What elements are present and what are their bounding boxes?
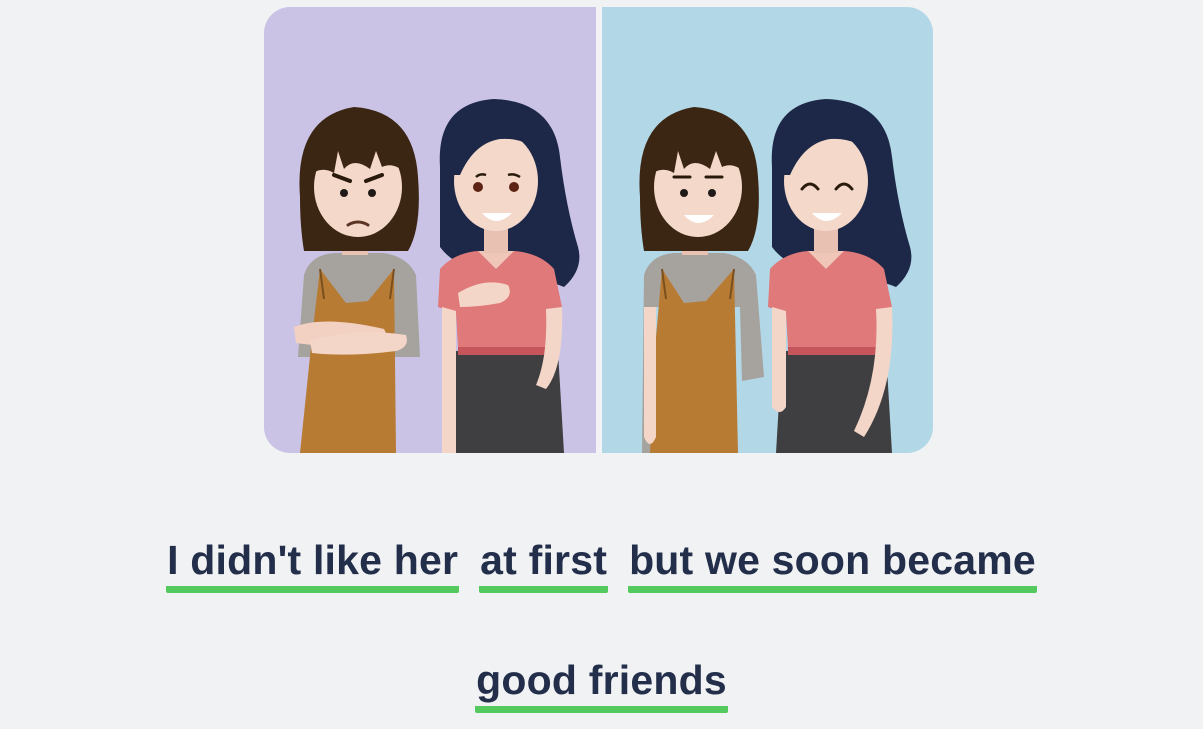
phrase-chunk-1[interactable]: I didn't like her <box>166 534 460 593</box>
phrase-chunk-3[interactable]: but we soon became <box>628 534 1037 593</box>
phrase-chunk-2[interactable]: at first <box>479 534 609 593</box>
panel-divider <box>596 7 602 453</box>
phrase-chunk-4[interactable]: good friends <box>475 654 728 713</box>
woman-navy-hair-smiling-pointing <box>438 99 580 453</box>
lesson-illustration <box>264 7 933 453</box>
sentence-line-1: I didn't like her at first but we soon b… <box>0 534 1203 593</box>
sentence-line-2: good friends <box>0 654 1203 713</box>
